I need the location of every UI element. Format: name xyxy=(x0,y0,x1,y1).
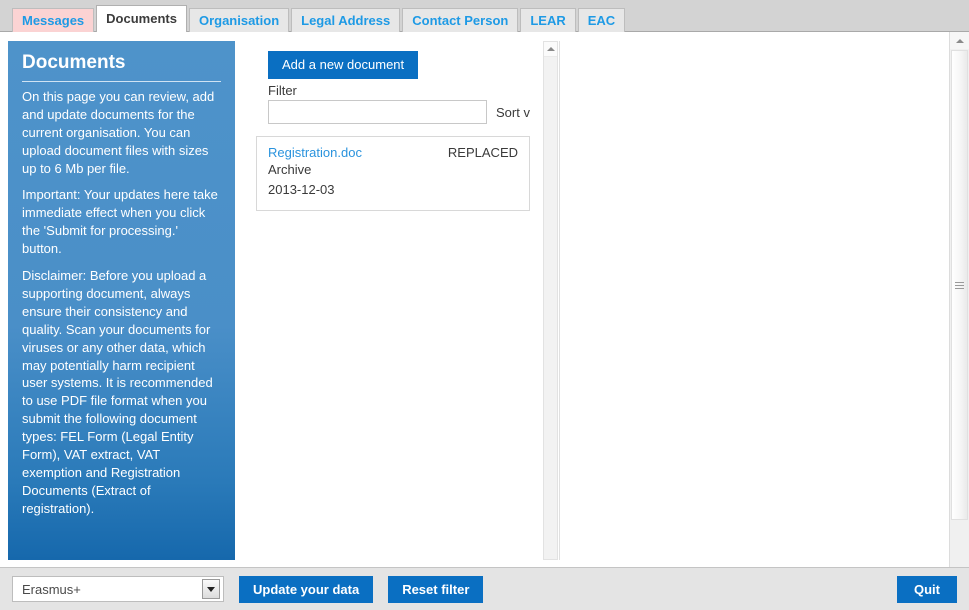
tab-lear-label: LEAR xyxy=(530,13,566,28)
programme-select[interactable]: Erasmus+ xyxy=(12,576,224,602)
quit-button[interactable]: Quit xyxy=(897,575,957,603)
document-type: Archive xyxy=(268,162,312,177)
document-name-link[interactable]: Registration.doc xyxy=(268,145,362,160)
filter-row: Sort v xyxy=(268,100,558,124)
tab-documents[interactable]: Documents xyxy=(96,5,187,32)
triangle-up-icon xyxy=(955,38,964,43)
tab-legal-address[interactable]: Legal Address xyxy=(291,8,401,32)
update-your-data-button[interactable]: Update your data xyxy=(239,575,374,603)
page-title: Documents xyxy=(22,52,221,82)
tab-documents-label: Documents xyxy=(106,11,177,26)
tab-organisation[interactable]: Organisation xyxy=(188,8,290,32)
content-area: Documents On this page you can review, a… xyxy=(0,32,969,567)
tab-messages[interactable]: Messages xyxy=(12,8,95,32)
chevron-down-icon[interactable] xyxy=(202,579,220,599)
window-scroll-up-icon[interactable] xyxy=(950,32,969,49)
tab-messages-label: Messages xyxy=(22,13,85,28)
tab-contact-person[interactable]: Contact Person xyxy=(402,8,519,32)
triangle-down-icon xyxy=(207,586,215,592)
tab-contact-person-label: Contact Person xyxy=(412,13,509,28)
tab-lear[interactable]: LEAR xyxy=(520,8,576,32)
sort-toggle[interactable]: Sort v xyxy=(496,105,530,120)
add-new-document-button[interactable]: Add a new document xyxy=(268,51,419,79)
list-item[interactable]: Registration.doc REPLACED Archive 2013-1… xyxy=(257,137,529,210)
tab-eac-label: EAC xyxy=(587,13,616,28)
tab-eac[interactable]: EAC xyxy=(577,8,626,32)
status-badge: REPLACED xyxy=(447,145,518,160)
scrollbar-grip-icon xyxy=(955,280,964,291)
info-paragraph-disclaimer: Disclaimer: Before you upload a supporti… xyxy=(22,268,213,516)
programme-select-value: Erasmus+ xyxy=(22,581,81,597)
info-panel: Documents On this page you can review, a… xyxy=(8,41,235,560)
reset-filter-button[interactable]: Reset filter xyxy=(388,575,484,603)
window-scrollbar-thumb[interactable] xyxy=(951,50,968,520)
document-header-row: Registration.doc REPLACED xyxy=(268,145,518,160)
document-list-scrollbar[interactable] xyxy=(543,41,558,560)
tab-legal-address-label: Legal Address xyxy=(301,13,391,28)
scroll-up-arrow-icon[interactable] xyxy=(544,42,557,57)
info-paragraph-overview: On this page you can review, add and upd… xyxy=(22,88,215,176)
filter-input[interactable] xyxy=(268,100,487,124)
document-list: Registration.doc REPLACED Archive 2013-1… xyxy=(256,136,530,211)
info-paragraph-important: Important: Your updates here take immedi… xyxy=(22,187,218,257)
triangle-up-icon xyxy=(546,47,555,51)
document-date: 2013-12-03 xyxy=(268,182,335,197)
bottom-toolbar: Erasmus+ Update your data Reset filter Q… xyxy=(0,567,969,610)
window-scrollbar[interactable] xyxy=(949,32,969,567)
document-detail-panel xyxy=(559,41,949,560)
tab-bar: Messages Documents Organisation Legal Ad… xyxy=(0,0,969,32)
tab-organisation-label: Organisation xyxy=(198,13,280,28)
document-list-column: Add a new document Filter Sort v Registr… xyxy=(245,41,558,560)
filter-label: Filter xyxy=(268,83,297,98)
